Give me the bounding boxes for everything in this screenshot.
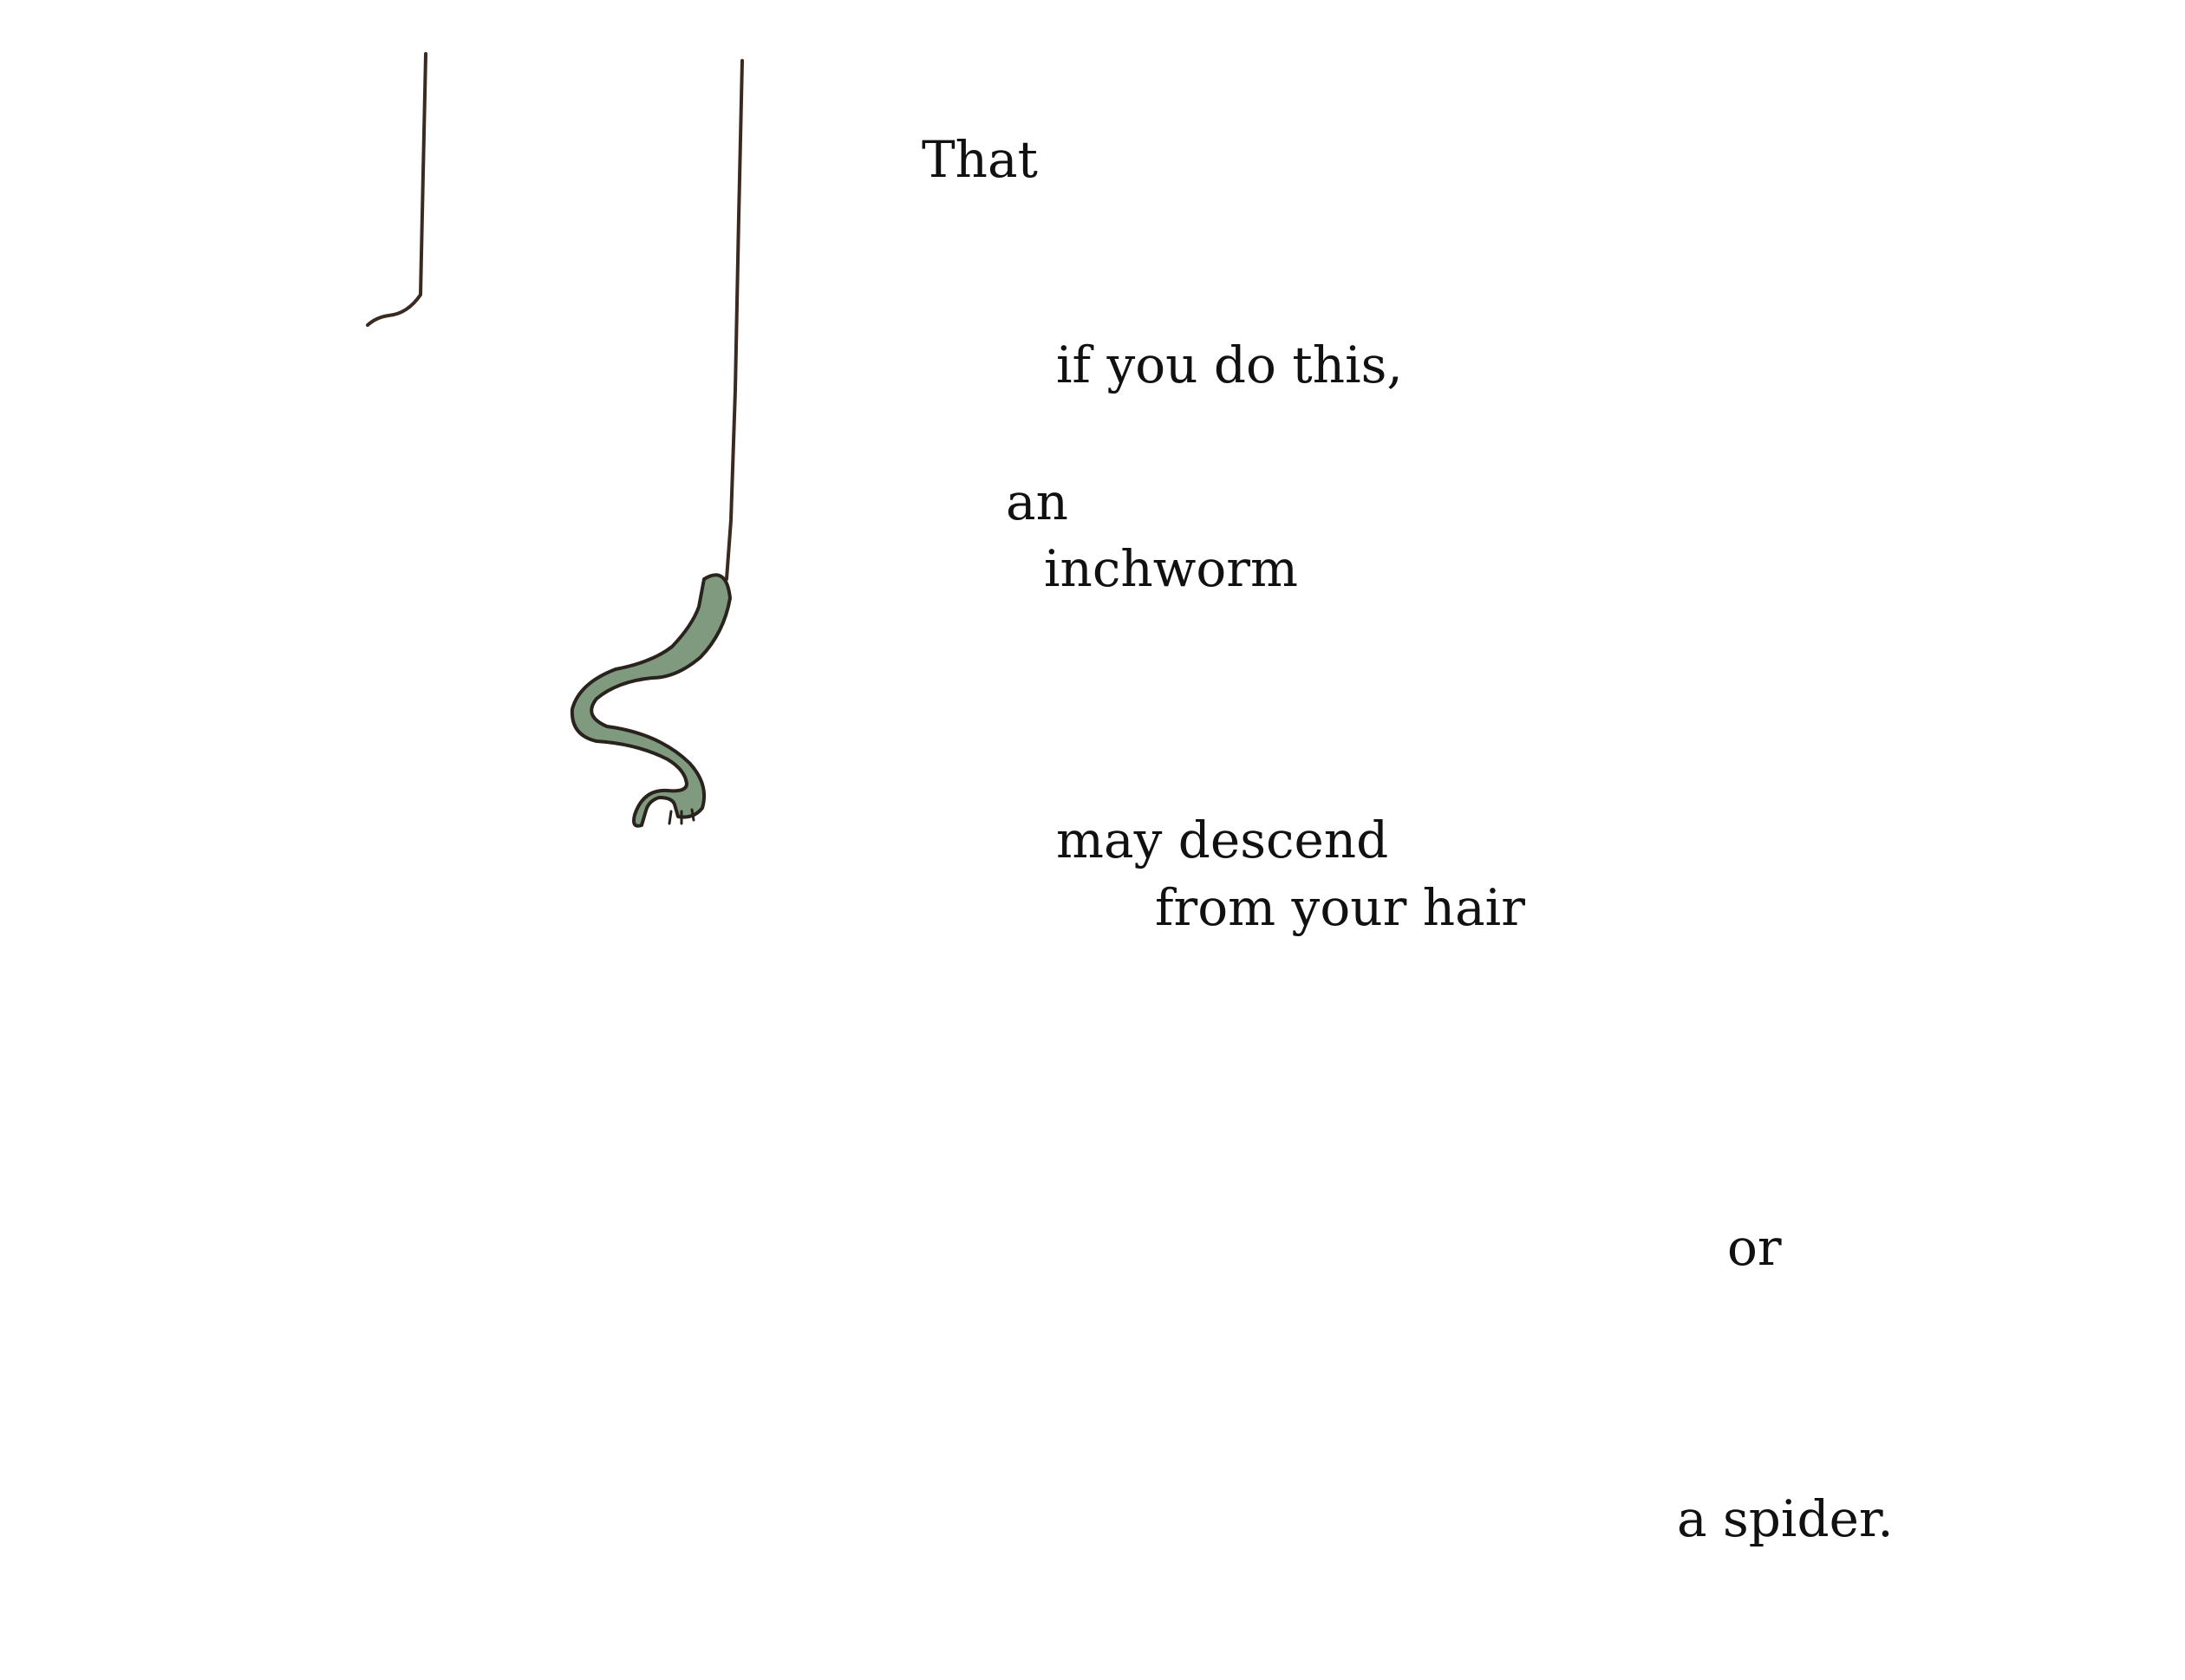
poem-line-from-your-hair: from your hair [1155,878,1525,937]
poem-line-may-descend: may descend [1056,811,1389,869]
poem-line-inchworm: inchworm [1044,539,1299,598]
short-thread [366,52,427,327]
poem-line-that: That [922,130,1038,189]
poem-line-or: or [1727,1218,1782,1277]
poem-line-if-you-do-this: if you do this, [1056,335,1403,394]
inchworm-body [570,573,732,828]
poem-line-an: an [1006,472,1068,531]
long-thread [725,59,744,581]
poem-line-a-spider: a spider. [1677,1489,1894,1548]
poem-page: That if you do this, an inchworm may des… [0,0,2185,1680]
